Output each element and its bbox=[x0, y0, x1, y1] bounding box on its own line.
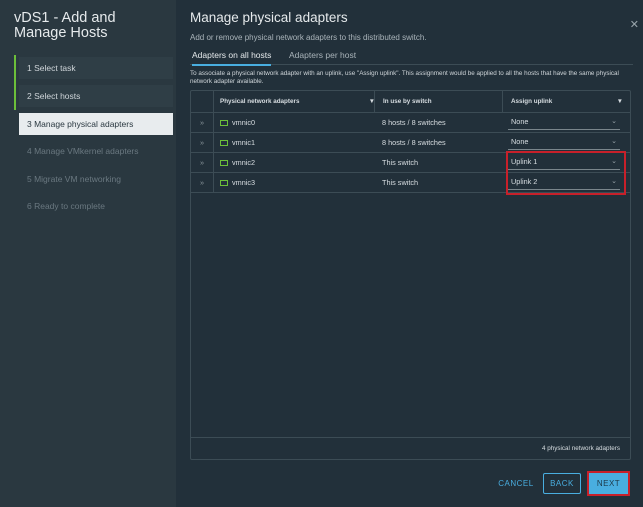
adapter-name: vmnic0 bbox=[232, 118, 256, 127]
highlight-box bbox=[506, 151, 626, 195]
chevron-down-icon: ⌄ bbox=[611, 118, 617, 125]
adapter-cell: vmnic2 bbox=[213, 153, 374, 172]
table-row[interactable]: » vmnic0 8 hosts / 8 switches None ⌄ bbox=[191, 113, 630, 133]
adapter-cell: vmnic1 bbox=[213, 133, 374, 152]
column-header-in-use[interactable]: In use by switch bbox=[374, 91, 502, 112]
assign-uplink-select[interactable]: None ⌄ bbox=[508, 116, 620, 130]
column-header-assign-uplink[interactable]: Assign uplink ▼ bbox=[502, 91, 631, 112]
grid-header: Physical network adapters ▼ In use by swi… bbox=[191, 91, 630, 113]
column-label: Assign uplink bbox=[511, 98, 553, 105]
uplink-value: None bbox=[511, 137, 529, 146]
step-migrate-vm-networking: 5 Migrate VM networking bbox=[27, 174, 122, 184]
instruction-text: To associate a physical network adapter … bbox=[190, 70, 619, 85]
filter-icon[interactable]: ▼ bbox=[617, 98, 623, 105]
back-button[interactable]: BACK bbox=[543, 473, 581, 494]
close-icon[interactable]: ✕ bbox=[630, 18, 639, 31]
expand-icon[interactable]: » bbox=[191, 133, 213, 152]
table-row[interactable]: » vmnic1 8 hosts / 8 switches None ⌄ bbox=[191, 133, 630, 153]
assign-uplink-select[interactable]: None ⌄ bbox=[508, 136, 620, 150]
in-use-cell: 8 hosts / 8 switches bbox=[382, 118, 446, 127]
step-select-hosts[interactable]: 2 Select hosts bbox=[19, 85, 173, 107]
column-header-adapters[interactable]: Physical network adapters ▼ bbox=[213, 91, 383, 112]
adapter-cell: vmnic0 bbox=[213, 113, 374, 132]
network-adapter-icon bbox=[220, 139, 228, 146]
step-ready-to-complete: 6 Ready to complete bbox=[27, 201, 105, 211]
in-use-cell: 8 hosts / 8 switches bbox=[382, 138, 446, 147]
wizard-sidebar: vDS1 - Add and Manage Hosts 1 Select tas… bbox=[0, 0, 176, 507]
progress-bar bbox=[14, 55, 16, 110]
expand-icon[interactable]: » bbox=[191, 153, 213, 172]
adapter-cell: vmnic3 bbox=[213, 173, 374, 192]
network-adapter-icon bbox=[220, 159, 228, 166]
wizard-title: vDS1 - Add and Manage Hosts bbox=[14, 10, 116, 41]
in-use-cell: This switch bbox=[382, 158, 419, 167]
next-button[interactable]: NEXT bbox=[587, 471, 630, 496]
network-adapter-icon bbox=[220, 179, 228, 186]
step-manage-physical-adapters[interactable]: 3 Manage physical adapters bbox=[19, 113, 173, 135]
page-title: Manage physical adapters bbox=[190, 10, 348, 25]
expand-icon[interactable]: » bbox=[191, 113, 213, 132]
step-manage-vmkernel-adapters: 4 Manage VMkernel adapters bbox=[27, 146, 139, 156]
tab-adapters-per-host[interactable]: Adapters per host bbox=[289, 50, 356, 64]
grid-footer: 4 physical network adapters bbox=[191, 437, 630, 459]
step-select-task[interactable]: 1 Select task bbox=[19, 57, 173, 79]
column-label: Physical network adapters bbox=[220, 98, 300, 105]
chevron-down-icon: ⌄ bbox=[611, 138, 617, 145]
uplink-value: None bbox=[511, 117, 529, 126]
network-adapter-icon bbox=[220, 119, 228, 126]
main-panel: Manage physical adapters ✕ Add or remove… bbox=[176, 0, 643, 507]
adapters-grid: Physical network adapters ▼ In use by swi… bbox=[190, 90, 631, 460]
page-subtitle: Add or remove physical network adapters … bbox=[190, 33, 427, 42]
expand-icon[interactable]: » bbox=[191, 173, 213, 192]
tab-bar: Adapters on all hosts Adapters per host bbox=[190, 47, 633, 66]
tab-adapters-on-all-hosts[interactable]: Adapters on all hosts bbox=[192, 50, 272, 66]
adapter-name: vmnic2 bbox=[232, 158, 256, 167]
adapter-name: vmnic3 bbox=[232, 178, 256, 187]
adapter-name: vmnic1 bbox=[232, 138, 256, 147]
cancel-button[interactable]: CANCEL bbox=[495, 473, 537, 494]
in-use-cell: This switch bbox=[382, 178, 419, 187]
